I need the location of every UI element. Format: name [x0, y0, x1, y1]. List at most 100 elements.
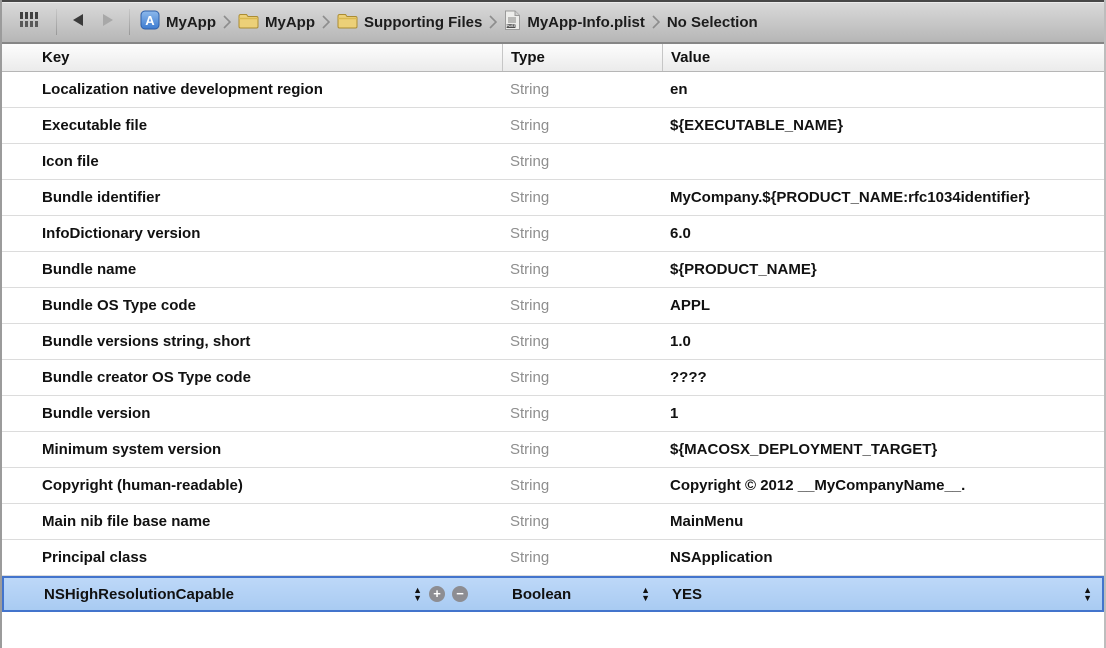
row-key: Localization native development region — [42, 81, 323, 98]
value-cell: 1.0 — [662, 324, 1104, 359]
row-type: String — [510, 189, 549, 206]
back-button[interactable] — [63, 7, 93, 37]
related-items-button[interactable] — [12, 7, 50, 37]
breadcrumb-label: MyApp — [166, 14, 216, 31]
table-row[interactable]: Executable file String ${EXECUTABLE_NAME… — [2, 108, 1104, 144]
row-key: Bundle creator OS Type code — [42, 369, 251, 386]
toolbar-separator — [129, 9, 130, 35]
row-key: Icon file — [42, 153, 99, 170]
table-row[interactable]: Bundle version String 1 — [2, 396, 1104, 432]
plist-editor-window: A MyApp MyApp — [0, 0, 1106, 648]
stepper-down-icon[interactable] — [1083, 594, 1092, 602]
minus-icon — [456, 586, 464, 602]
value-cell: ${MACOSX_DEPLOYMENT_TARGET} — [662, 432, 1104, 467]
breadcrumb-item-project[interactable]: A MyApp — [140, 10, 216, 34]
table-row[interactable]: Bundle identifier String MyCompany.${PRO… — [2, 180, 1104, 216]
row-value: en — [670, 81, 688, 98]
table-row[interactable]: Localization native development region S… — [2, 72, 1104, 108]
type-cell: String — [502, 108, 662, 143]
value-cell: 1 — [662, 396, 1104, 431]
row-key: Bundle OS Type code — [42, 297, 196, 314]
row-value: 6.0 — [670, 225, 691, 242]
key-cell: Bundle versions string, short — [2, 324, 502, 359]
row-key: InfoDictionary version — [42, 225, 200, 242]
forward-button[interactable] — [93, 7, 123, 37]
type-stepper[interactable] — [641, 586, 650, 602]
row-type: String — [510, 513, 549, 530]
row-key: Minimum system version — [42, 441, 221, 458]
value-cell: Copyright © 2012 __MyCompanyName__. — [662, 468, 1104, 503]
row-key: Bundle versions string, short — [42, 333, 250, 350]
row-type: String — [510, 477, 549, 494]
value-cell: APPL — [662, 288, 1104, 323]
key-cell: Main nib file base name — [2, 504, 502, 539]
row-key: Principal class — [42, 549, 147, 566]
stepper-down-icon[interactable] — [641, 594, 650, 602]
breadcrumb-item-no-selection[interactable]: No Selection — [667, 14, 758, 31]
plus-icon — [433, 586, 441, 602]
row-key: Main nib file base name — [42, 513, 210, 530]
type-cell: String — [502, 540, 662, 575]
row-value: YES — [672, 586, 702, 603]
type-cell: String — [502, 396, 662, 431]
row-type: String — [510, 117, 549, 134]
row-value: NSApplication — [670, 549, 773, 566]
app-icon: A — [140, 10, 160, 34]
row-type: String — [510, 405, 549, 422]
empty-table-area — [2, 612, 1104, 648]
row-value: Copyright © 2012 __MyCompanyName__. — [670, 477, 965, 494]
breadcrumb-label: MyApp — [265, 14, 315, 31]
table-row[interactable]: Bundle OS Type code String APPL — [2, 288, 1104, 324]
type-cell: String — [502, 324, 662, 359]
table-row[interactable]: InfoDictionary version String 6.0 — [2, 216, 1104, 252]
row-key: NSHighResolutionCapable — [44, 586, 234, 603]
row-value: ${MACOSX_DEPLOYMENT_TARGET} — [670, 441, 937, 458]
row-value: MainMenu — [670, 513, 743, 530]
breadcrumb-label: No Selection — [667, 14, 758, 31]
value-cell: MainMenu — [662, 504, 1104, 539]
table-row[interactable]: Bundle name String ${PRODUCT_NAME} — [2, 252, 1104, 288]
breadcrumb-item-group[interactable]: MyApp — [238, 12, 315, 33]
remove-row-button[interactable] — [452, 586, 468, 602]
breadcrumb-item-plist-file[interactable]: PLIST MyApp-Info.plist — [504, 10, 644, 35]
row-key: Bundle name — [42, 261, 136, 278]
table-row[interactable]: Main nib file base name String MainMenu — [2, 504, 1104, 540]
value-cell: YES — [664, 578, 1102, 610]
key-stepper[interactable] — [413, 586, 422, 602]
key-cell: Localization native development region — [2, 72, 502, 107]
key-cell: Principal class — [2, 540, 502, 575]
value-controls — [1083, 586, 1102, 602]
type-cell: String — [502, 288, 662, 323]
chevron-right-icon — [652, 15, 660, 29]
row-type: String — [510, 297, 549, 314]
table-row[interactable]: Principal class String NSApplication — [2, 540, 1104, 576]
table-row[interactable]: Bundle creator OS Type code String ???? — [2, 360, 1104, 396]
key-cell: Minimum system version — [2, 432, 502, 467]
row-value: 1 — [670, 405, 678, 422]
key-cell: InfoDictionary version — [2, 216, 502, 251]
table-row[interactable]: Minimum system version String ${MACOSX_D… — [2, 432, 1104, 468]
row-type: String — [510, 225, 549, 242]
table-row[interactable]: Icon file String — [2, 144, 1104, 180]
type-cell: String — [502, 468, 662, 503]
table-row[interactable]: Copyright (human-readable) String Copyri… — [2, 468, 1104, 504]
row-type: String — [510, 261, 549, 278]
row-value: 1.0 — [670, 333, 691, 350]
key-cell: Icon file — [2, 144, 502, 179]
add-row-button[interactable] — [429, 586, 445, 602]
value-stepper[interactable] — [1083, 586, 1092, 602]
table-row[interactable]: Bundle versions string, short String 1.0 — [2, 324, 1104, 360]
breadcrumb-item-supporting-files[interactable]: Supporting Files — [337, 12, 482, 33]
row-type: String — [510, 333, 549, 350]
key-controls — [413, 586, 504, 602]
stepper-down-icon[interactable] — [413, 594, 422, 602]
key-cell: Bundle creator OS Type code — [2, 360, 502, 395]
table-body: Localization native development region S… — [2, 72, 1104, 612]
column-header-key: Key — [2, 44, 502, 71]
key-cell: Bundle version — [2, 396, 502, 431]
type-cell: Boolean — [504, 578, 664, 610]
breadcrumb-label: Supporting Files — [364, 14, 482, 31]
table-row[interactable]: NSHighResolutionCapable Boolean YES — [2, 576, 1104, 612]
row-type: String — [510, 153, 549, 170]
column-header-value: Value — [662, 44, 1104, 71]
